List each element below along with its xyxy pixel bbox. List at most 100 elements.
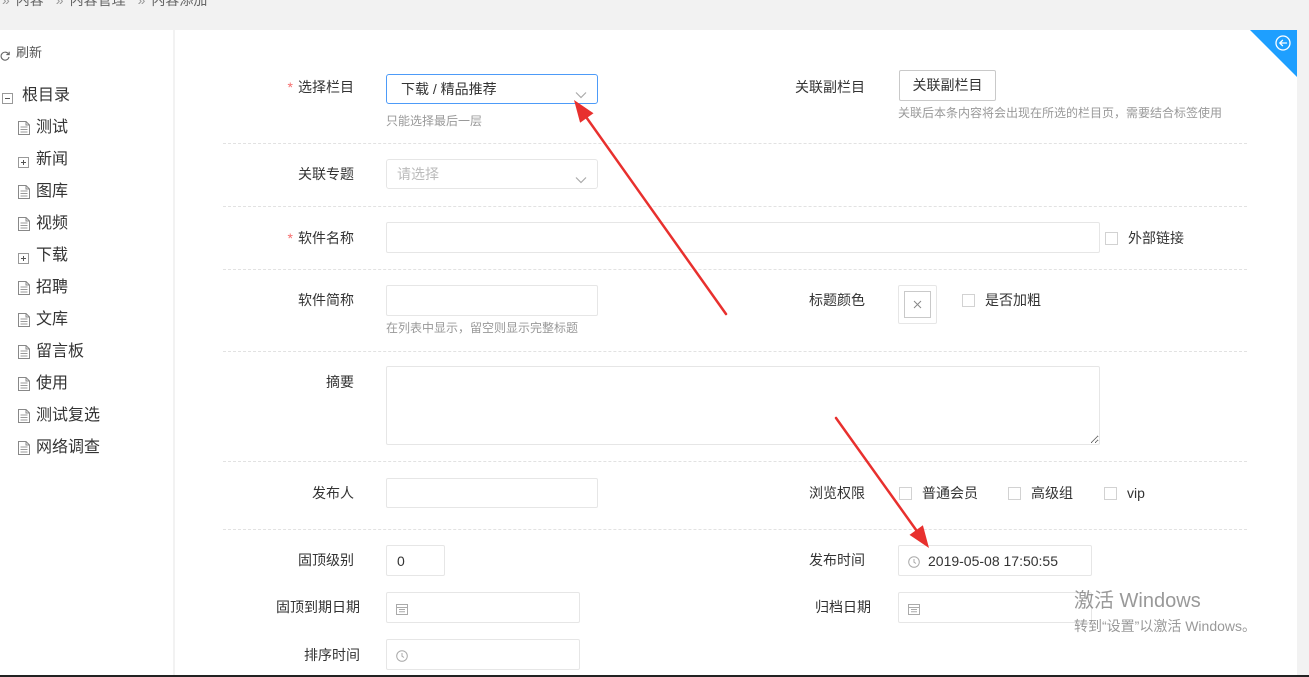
publisher-input[interactable] <box>386 478 598 508</box>
checkbox-box[interactable] <box>899 486 912 500</box>
tree-node-item[interactable]: 网络调查 <box>0 437 172 459</box>
tree-node-item[interactable]: 视频 <box>0 213 172 235</box>
tree-node-label: 文库 <box>36 311 69 328</box>
document-icon <box>18 377 30 391</box>
checkbox-box[interactable] <box>962 293 975 307</box>
tree-node-item[interactable]: 文库 <box>0 309 172 331</box>
breadcrumb-separator: » <box>55 0 64 8</box>
topic-select-placeholder: 请选择 <box>397 166 439 182</box>
top-expire-date-input[interactable] <box>387 593 579 622</box>
category-select-value: 下载 / 精品推荐 <box>401 81 497 97</box>
top-expire-date-label: 固顶到期日期 <box>276 599 360 615</box>
archive-date-input[interactable] <box>899 593 1091 622</box>
expand-plus-icon[interactable] <box>18 155 29 168</box>
sub-category-button[interactable]: 关联副栏目 <box>899 70 996 101</box>
document-icon <box>18 441 30 455</box>
title-color-label: 标题颜色 <box>809 292 865 308</box>
row-divider <box>223 206 1247 207</box>
document-icon <box>18 409 30 423</box>
breadcrumb-item-content-management[interactable]: 内容管理 <box>70 0 126 8</box>
permission-checkbox-regular-member[interactable]: 普通会员 <box>899 483 978 503</box>
category-label-text: 选择栏目 <box>298 79 354 95</box>
summary-textarea[interactable] <box>386 366 1100 445</box>
sort-time-label: 排序时间 <box>304 647 360 663</box>
tree-node-label: 留言板 <box>36 343 85 360</box>
view-permission-label: 浏览权限 <box>809 485 865 501</box>
tree-node-root[interactable]: 根目录 <box>0 85 172 107</box>
permission-option-label: 普通会员 <box>922 485 978 501</box>
tree-node-item[interactable]: 测试 <box>0 117 172 139</box>
title-color-picker[interactable] <box>898 285 937 324</box>
tree-node-item[interactable]: 留言板 <box>0 341 172 363</box>
breadcrumb-separator: » <box>2 0 10 8</box>
top-level-label: 固顶级别 <box>298 552 354 568</box>
back-corner-button[interactable] <box>1250 30 1297 77</box>
category-hint: 只能选择最后一层 <box>386 114 483 128</box>
checkbox-box[interactable] <box>1104 486 1117 500</box>
short-name-hint: 在列表中显示，留空则显示完整标题 <box>386 321 579 335</box>
bold-checkbox[interactable]: 是否加粗 <box>962 290 1041 310</box>
permission-checkbox-advanced-group[interactable]: 高级组 <box>1008 483 1073 503</box>
document-icon <box>18 345 30 359</box>
tree-node-item[interactable]: 测试复选 <box>0 405 172 427</box>
tree-node-label: 图库 <box>36 183 69 200</box>
checkbox-box[interactable] <box>1008 486 1021 500</box>
row-divider <box>223 351 1247 352</box>
main-panel <box>175 30 1297 677</box>
breadcrumb-item-content-add: 内容添加 <box>151 0 208 8</box>
required-mark: * <box>287 230 293 246</box>
breadcrumb: » 内容 » 内容管理 » 内容添加 <box>2 0 207 9</box>
short-name-label: 软件简称 <box>298 292 354 308</box>
sort-time-input[interactable] <box>387 640 579 669</box>
row-divider <box>223 269 1247 270</box>
software-name-label-text: 软件名称 <box>298 230 354 246</box>
tree-node-item[interactable]: 使用 <box>0 373 172 395</box>
tree-node-label: 下载 <box>36 247 69 264</box>
breadcrumb-separator: » <box>137 0 146 8</box>
refresh-icon <box>0 48 10 61</box>
external-link-checkbox[interactable]: 外部链接 <box>1105 228 1184 248</box>
document-icon <box>18 313 30 327</box>
clear-color-icon <box>913 300 922 309</box>
expand-plus-icon[interactable] <box>18 251 29 264</box>
topic-select[interactable]: 请选择 <box>386 159 598 189</box>
collapse-minus-icon[interactable] <box>2 91 13 104</box>
topic-label: 关联专题 <box>298 166 354 182</box>
publish-time-field <box>898 545 1092 576</box>
top-level-input[interactable] <box>386 545 445 576</box>
software-name-input[interactable] <box>386 222 1100 253</box>
color-swatch-empty <box>904 291 931 318</box>
category-select[interactable]: 下载 / 精品推荐 <box>386 74 598 104</box>
breadcrumb-item-content[interactable]: 内容 <box>16 0 44 8</box>
chevron-down-icon <box>575 171 587 184</box>
publish-time-input[interactable] <box>899 546 1091 575</box>
sort-time-field <box>386 639 580 670</box>
refresh-label: 刷新 <box>16 45 43 60</box>
refresh-button[interactable]: 刷新 <box>0 43 80 63</box>
summary-label: 摘要 <box>326 374 354 390</box>
permission-option-label: vip <box>1127 485 1145 501</box>
row-divider <box>223 461 1247 462</box>
checkbox-box[interactable] <box>1105 231 1118 245</box>
tree-node-item[interactable]: 新闻 <box>0 149 172 171</box>
archive-date-field <box>898 592 1092 623</box>
tree-node-label: 招聘 <box>36 279 69 296</box>
permission-checkbox-vip[interactable]: vip <box>1104 483 1145 503</box>
publish-time-label: 发布时间 <box>809 552 865 568</box>
category-label: * 选择栏目 <box>214 77 354 97</box>
permission-option-label: 高级组 <box>1031 485 1073 501</box>
tree-node-item[interactable]: 招聘 <box>0 277 172 299</box>
publisher-label: 发布人 <box>312 485 354 501</box>
tree-node-label: 根目录 <box>22 87 71 104</box>
software-name-label: * 软件名称 <box>214 228 354 248</box>
short-name-input[interactable] <box>386 285 598 316</box>
tree-node-item[interactable]: 下载 <box>0 245 172 267</box>
document-icon <box>18 217 30 231</box>
tree-node-label: 使用 <box>36 375 69 392</box>
sub-category-hint: 关联后本条内容将会出现在所选的栏目页，需要结合标签使用 <box>898 106 1223 120</box>
bold-label: 是否加粗 <box>985 292 1041 308</box>
chevron-down-icon <box>575 86 587 99</box>
tree-node-label: 网络调查 <box>36 439 101 456</box>
sub-category-label: 关联副栏目 <box>795 79 865 95</box>
tree-node-item[interactable]: 图库 <box>0 181 172 203</box>
